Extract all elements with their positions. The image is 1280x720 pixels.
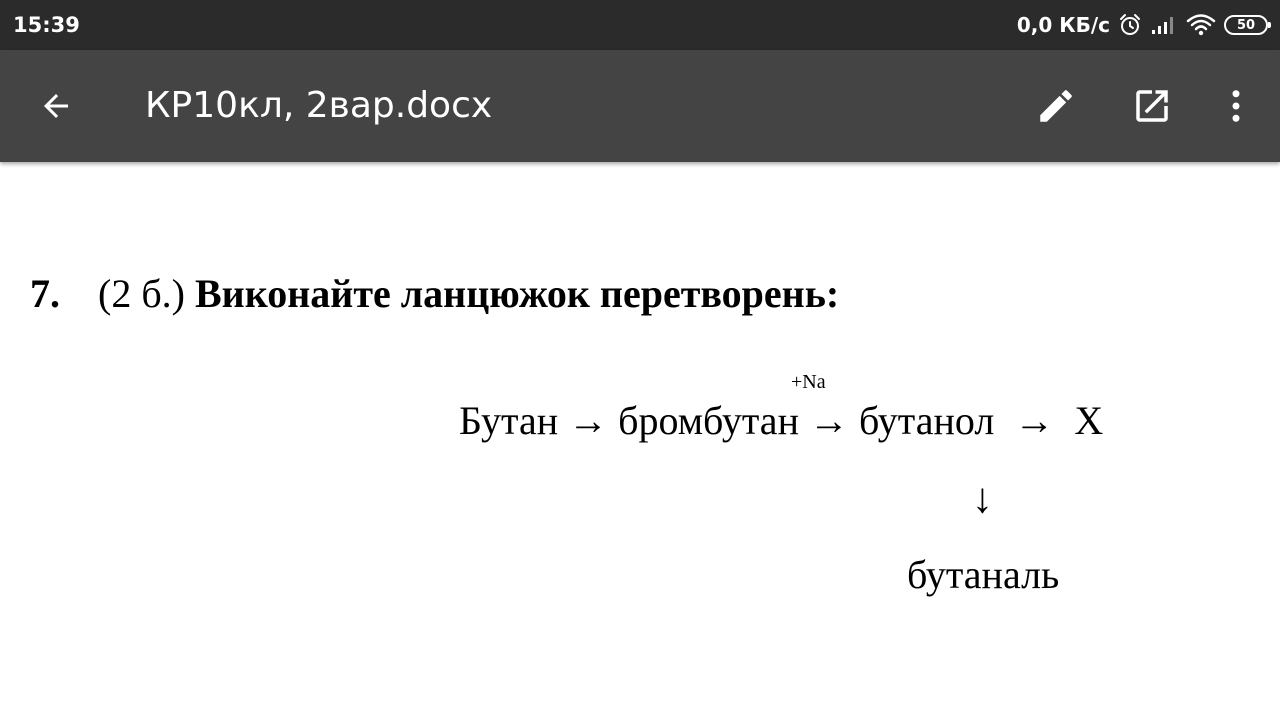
wifi-icon <box>1186 13 1216 37</box>
question-text: Виконайте ланцюжок перетворень: <box>195 271 840 316</box>
open-in-app-button[interactable] <box>1126 80 1178 132</box>
chain-arrow: → <box>1014 398 1055 443</box>
network-speed: 0,0 КБ/с <box>1016 13 1110 37</box>
chain-step-bromobutane: бромбутан <box>618 398 799 443</box>
chain-step-butanol: бутанол <box>858 398 995 443</box>
app-toolbar: КР10кл, 2вар.docx <box>0 50 1280 162</box>
chain-step-x: X <box>1074 398 1104 443</box>
pencil-icon <box>1040 90 1072 122</box>
document-title: КР10кл, 2вар.docx <box>145 85 493 126</box>
document-viewer[interactable]: 7. (2 б.) Виконайте ланцюжок перетворень:… <box>0 162 1280 720</box>
back-button[interactable] <box>30 80 82 132</box>
chain-step-butane: Бутан <box>459 398 559 443</box>
status-time: 15:39 <box>13 13 80 37</box>
alarm-icon <box>1118 13 1142 37</box>
chain-arrow: → <box>808 398 849 443</box>
question-points: (2 б.) <box>98 271 185 316</box>
status-bar: 15:39 0,0 КБ/с 50 <box>0 0 1280 50</box>
status-indicators: 0,0 КБ/с 50 <box>1016 10 1271 40</box>
edit-button[interactable] <box>1030 80 1082 132</box>
signal-icon <box>1150 14 1178 36</box>
battery-icon: 50 <box>1224 15 1271 35</box>
chain-branch-butanal: бутаналь <box>907 552 1060 597</box>
arrow-back-icon <box>44 94 68 118</box>
question-number: 7. <box>30 271 60 316</box>
question-7: 7. (2 б.) Виконайте ланцюжок перетворень: <box>30 270 839 318</box>
open-in-new-icon <box>1136 90 1168 122</box>
chain-arrow: → <box>568 398 609 443</box>
more-vert-icon <box>1232 90 1240 122</box>
reaction-chain: Бутан → бромбутан → бутанол → X <box>459 396 1103 446</box>
reagent-label: +Na <box>791 371 826 393</box>
chain-down-arrow: ↓ <box>972 476 993 522</box>
more-options-button[interactable] <box>1210 80 1262 132</box>
battery-level: 50 <box>1236 17 1256 33</box>
